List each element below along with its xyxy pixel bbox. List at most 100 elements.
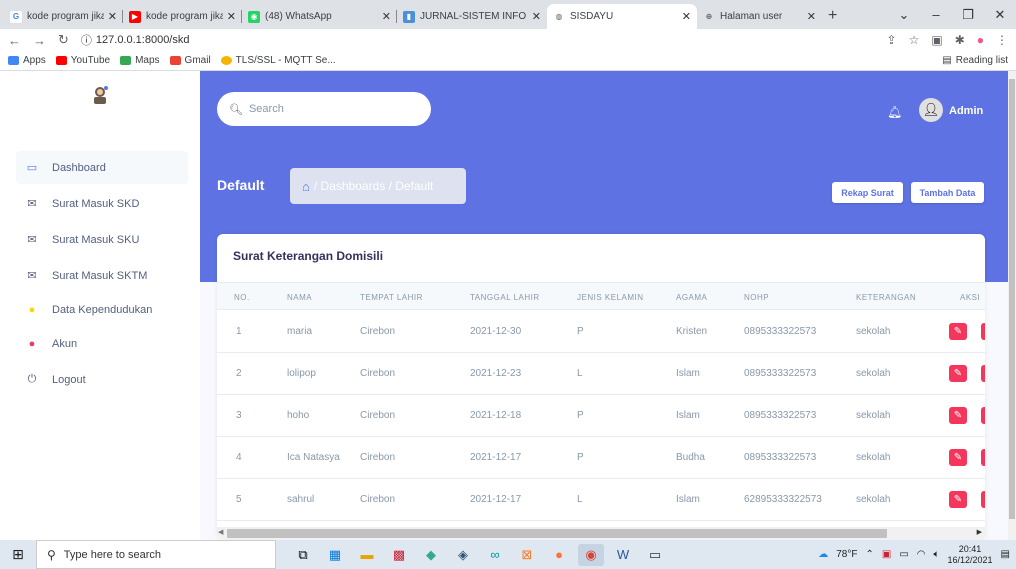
- reload-icon[interactable]: ↻: [58, 32, 69, 48]
- sidebar-item-data-kependudukan[interactable]: ● Data Kependudukan: [16, 293, 188, 326]
- close-tab-icon[interactable]: ✕: [227, 10, 236, 23]
- window-controls: ⌄ – ❐ ✕: [888, 0, 1016, 29]
- menu-icon[interactable]: ⋮: [996, 33, 1008, 47]
- reading-list[interactable]: ▤ Reading list: [942, 55, 1008, 66]
- chrome-icon[interactable]: ◉: [578, 543, 604, 566]
- bookmark-star-icon[interactable]: ☆: [909, 33, 920, 47]
- bell-icon[interactable]: 🔔︎: [887, 105, 902, 119]
- breadcrumb-text[interactable]: / Dashboards / Default: [314, 179, 433, 193]
- file-explorer-icon[interactable]: ▬: [354, 544, 380, 566]
- edit-button[interactable]: ✎: [949, 365, 967, 382]
- store-icon[interactable]: ▦: [322, 544, 348, 566]
- delete-button[interactable]: [981, 449, 985, 466]
- cell-nohp: 0895333322573: [744, 410, 817, 421]
- scroll-left-icon[interactable]: ◀: [218, 528, 223, 536]
- weather-temp[interactable]: 78°F: [836, 549, 857, 560]
- bookmark-gmail[interactable]: Gmail: [169, 55, 211, 66]
- puzzle-icon[interactable]: ✱: [955, 33, 965, 47]
- cell-keterangan: sekolah: [856, 368, 891, 379]
- cell-nohp: 0895333322573: [744, 368, 817, 379]
- volume-icon[interactable]: 🔈︎: [934, 549, 940, 560]
- vertical-scrollbar[interactable]: [1008, 71, 1016, 540]
- sidebar-item-logout[interactable]: ⏻ Logout: [16, 363, 188, 396]
- bookmark-tls[interactable]: TLS/SSL - MQTT Se...: [220, 55, 336, 66]
- edit-button[interactable]: ✎: [949, 491, 967, 508]
- close-window-icon[interactable]: ✕: [984, 7, 1016, 23]
- sidebar-item-surat-masuk-skd[interactable]: ✉ Surat Masuk SKD: [16, 187, 188, 220]
- app-icon[interactable]: ▩: [386, 544, 412, 566]
- close-tab-icon[interactable]: ✕: [532, 10, 541, 23]
- minimize-icon[interactable]: –: [920, 7, 952, 22]
- bookmark-maps[interactable]: Maps: [120, 55, 160, 66]
- close-tab-icon[interactable]: ✕: [382, 10, 391, 23]
- sidebar-item-akun[interactable]: ● Akun: [16, 327, 188, 360]
- clock[interactable]: 20:41 16/12/2021: [948, 544, 993, 566]
- sidebar-item-dashboard[interactable]: ▭ Dashboard: [16, 151, 188, 184]
- youtube-icon: [55, 56, 67, 65]
- weather-icon[interactable]: ☁: [818, 549, 828, 560]
- arduino-icon[interactable]: ∞: [482, 544, 508, 566]
- sidebar-item-surat-masuk-sku[interactable]: ✉ Surat Masuk SKU: [16, 223, 188, 256]
- terminal-icon[interactable]: ▭: [642, 544, 668, 566]
- close-tab-icon[interactable]: ✕: [807, 10, 816, 23]
- delete-button[interactable]: [981, 365, 985, 382]
- browser-tab[interactable]: ▮ JURNAL-SISTEM INFO ✕: [397, 4, 547, 29]
- scrollbar-thumb[interactable]: [1009, 79, 1015, 519]
- wifi-icon[interactable]: ◠: [917, 549, 926, 560]
- avatar[interactable]: 👤︎: [919, 98, 943, 122]
- cell-jenis-kelamin: P: [577, 410, 584, 421]
- cell-nohp: 62895333322573: [744, 494, 822, 505]
- rekap-surat-button[interactable]: Rekap Surat: [832, 182, 903, 203]
- delete-button[interactable]: [981, 491, 985, 508]
- tambah-data-button[interactable]: Tambah Data: [911, 182, 984, 203]
- edit-button[interactable]: ✎: [949, 449, 967, 466]
- user-name[interactable]: Admin: [949, 105, 983, 117]
- browser-tab[interactable]: ▶ kode program jika tid ✕: [123, 4, 242, 29]
- home-icon[interactable]: ⌂: [302, 179, 310, 194]
- edit-button[interactable]: ✎: [949, 407, 967, 424]
- cell-nama: sahrul: [287, 494, 315, 505]
- app-icon[interactable]: ◆: [418, 544, 444, 566]
- browser-tab[interactable]: ⊕ Halaman user ✕: [697, 4, 822, 29]
- profile-icon[interactable]: ●: [977, 33, 984, 47]
- browser-tab-active[interactable]: ◍ SISDAYU ✕: [547, 4, 697, 29]
- notification-icon[interactable]: ▤: [1001, 549, 1010, 560]
- scroll-right-icon[interactable]: ▶: [977, 528, 982, 536]
- bookmark-youtube[interactable]: YouTube: [55, 55, 110, 66]
- restore-icon[interactable]: ❐: [952, 7, 984, 23]
- task-view-icon[interactable]: ⧉: [290, 544, 316, 566]
- tab-search-icon[interactable]: ⌄: [888, 7, 920, 23]
- site-info-icon[interactable]: ⓘ: [81, 32, 92, 48]
- share-icon[interactable]: ⇪: [887, 33, 897, 47]
- back-icon[interactable]: ←: [8, 33, 21, 48]
- tray-chevron-icon[interactable]: ⌃: [865, 549, 873, 560]
- close-tab-icon[interactable]: ✕: [682, 10, 691, 23]
- firefox-icon[interactable]: ●: [546, 544, 572, 566]
- sidebar-item-surat-masuk-sktm[interactable]: ✉ Surat Masuk SKTM: [16, 259, 188, 292]
- edit-icon: ✎: [953, 326, 963, 337]
- cell-nama: maria: [287, 326, 313, 337]
- close-tab-icon[interactable]: ✕: [108, 10, 117, 23]
- app-icon[interactable]: ◈: [450, 544, 476, 566]
- column-header: AKSI: [960, 293, 981, 302]
- bookmark-apps[interactable]: Apps: [8, 55, 46, 66]
- new-tab-icon[interactable]: +: [828, 7, 837, 25]
- edit-button[interactable]: ✎: [949, 323, 967, 340]
- browser-tab[interactable]: Gkode program jika tid ✕: [4, 4, 123, 29]
- url-field[interactable]: 127.0.0.1:8000/skd: [96, 34, 190, 46]
- taskbar-search-input[interactable]: ⚲ Type here to search: [36, 540, 276, 569]
- delete-button[interactable]: [981, 407, 985, 424]
- cell-tempat-lahir: Cirebon: [360, 326, 396, 337]
- battery-icon[interactable]: ▭: [899, 549, 908, 560]
- scrollbar-thumb[interactable]: [227, 529, 887, 538]
- browser-tab[interactable]: ◉ (48) WhatsApp ✕: [242, 4, 397, 29]
- search-input[interactable]: 🔍︎ Search: [217, 92, 431, 126]
- xampp-icon[interactable]: ⊠: [514, 544, 540, 566]
- forward-icon[interactable]: →: [33, 33, 46, 48]
- horizontal-scrollbar[interactable]: ◀ ▶: [217, 527, 985, 540]
- tray-app-icon[interactable]: ▣: [882, 549, 891, 560]
- extension-icon[interactable]: ▣: [931, 33, 942, 47]
- word-icon[interactable]: W: [610, 544, 636, 566]
- windows-start-icon[interactable]: ⊞: [0, 540, 36, 569]
- delete-button[interactable]: [981, 323, 985, 340]
